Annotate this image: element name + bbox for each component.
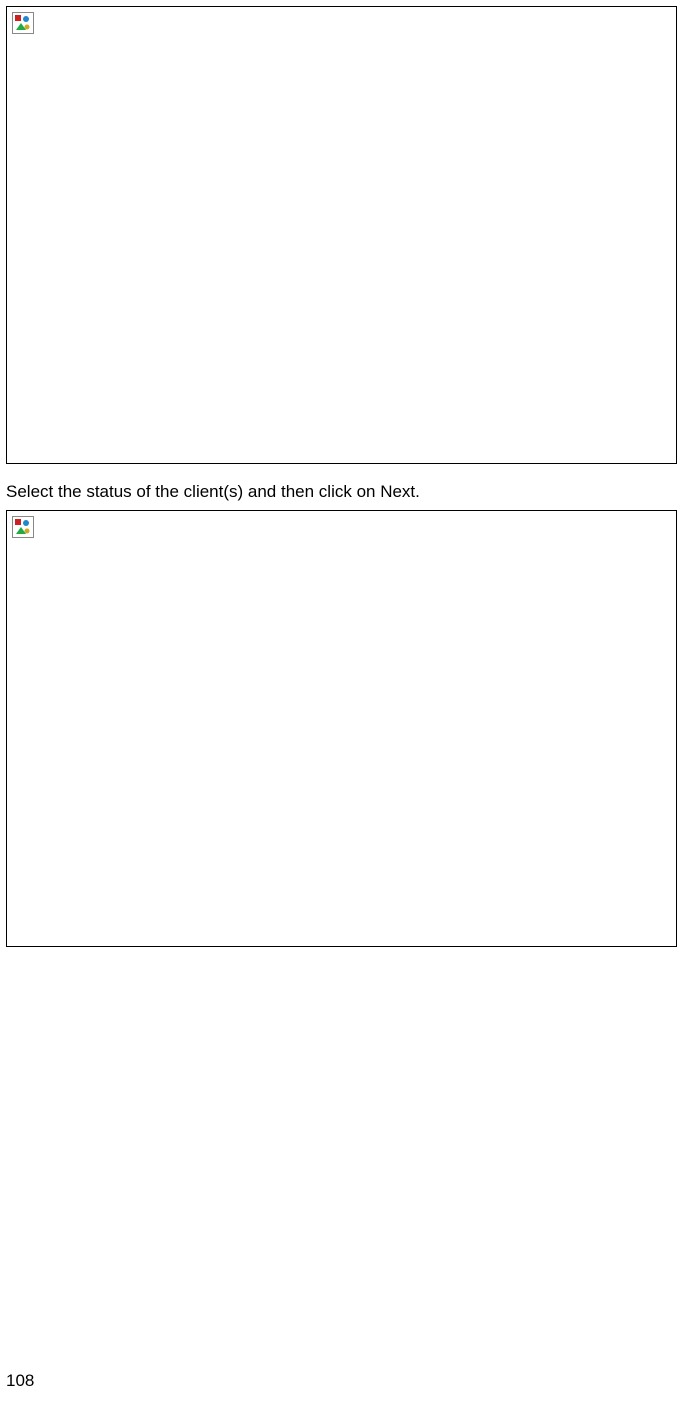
page-number: 108 xyxy=(6,1371,34,1391)
image-placeholder-1 xyxy=(6,6,677,464)
image-placeholder-2 xyxy=(6,510,677,947)
broken-image-icon xyxy=(12,516,34,538)
broken-image-icon xyxy=(12,12,34,34)
instruction-text: Select the status of the client(s) and t… xyxy=(6,480,683,504)
